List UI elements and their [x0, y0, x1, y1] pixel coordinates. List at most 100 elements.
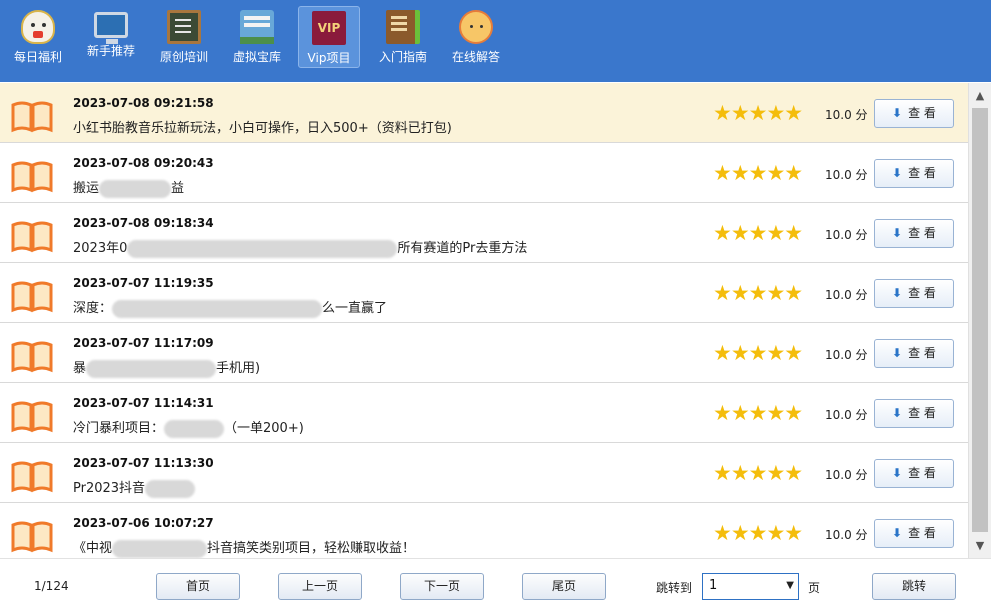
toolbar-item-beginner-recommend[interactable]: 新手推荐 [80, 6, 142, 68]
view-button[interactable]: ⬇ 查 看 [874, 399, 954, 428]
item-title[interactable]: Pr2023抖音 [73, 477, 196, 498]
rating-stars: ★★★★★ [713, 341, 803, 365]
redacted-text [112, 299, 323, 318]
item-title[interactable]: 《中视 抖音搞笑类别项目，轻松赚取收益！ [73, 537, 415, 558]
toolbar-item-vip-projects[interactable]: VIP Vip项目 [298, 6, 360, 68]
item-score: 10.0 分 [825, 348, 868, 362]
item-score: 10.0 分 [825, 408, 868, 422]
list-item[interactable]: 2023-07-07 11:13:30 Pr2023抖音 ★★★★★ 10.0 分 ⬇ 查… [0, 443, 968, 503]
toolbar-item-daily-welfare[interactable]: 每日福利 [7, 6, 69, 68]
toolbar-item-original-training[interactable]: 原创培训 [153, 6, 215, 68]
lucky-cat-icon [21, 10, 55, 44]
scroll-down-icon[interactable]: ▼ [969, 537, 991, 554]
item-score: 10.0 分 [825, 168, 868, 182]
view-button[interactable]: ⬇ 查 看 [874, 459, 954, 488]
support-agent-icon [459, 10, 493, 44]
list-item[interactable]: 2023-07-07 11:14:31 冷门暴利项目： （一单200+) ★★★★★ 1… [0, 383, 968, 443]
item-title-end: 益 [171, 181, 185, 196]
page-unit-label: 页 [808, 581, 821, 595]
view-button-label: 查 看 [908, 286, 936, 300]
list-item[interactable]: 2023-07-06 10:07:27 《中视 抖音搞笑类别项目，轻松赚取收益！ ★★… [0, 503, 968, 558]
rating-stars: ★★★★★ [713, 401, 803, 425]
item-title[interactable]: 小红书胎教音乐拉新玩法，小白可操作，日入500+（资料已打包) [73, 117, 452, 136]
download-arrow-icon: ⬇ [892, 286, 903, 300]
toolbar-item-label: 虚拟宝库 [232, 50, 281, 64]
warehouse-icon [240, 10, 274, 44]
list-item[interactable]: 2023-07-07 11:17:09 暴 手机用) ★★★★★ 10.0 分 ⬇ 查 看 [0, 323, 968, 383]
item-title[interactable]: 搬运 益 [73, 177, 184, 198]
item-title-start: 2023年0 [73, 241, 128, 256]
list-item[interactable]: 2023-07-08 09:21:58 小红书胎教音乐拉新玩法，小白可操作，日入5… [0, 83, 968, 143]
redacted-text [86, 359, 217, 378]
item-title[interactable]: 深度： 么一直赢了 [73, 297, 387, 318]
open-book-icon [11, 221, 53, 253]
view-button[interactable]: ⬇ 查 看 [874, 279, 954, 308]
item-title-start: 小红书胎教音乐拉新玩法，小白可操作，日入500+（资料已打包) [73, 121, 452, 136]
pagination-bar: 1/124 首页 上一页 下一页 尾页 跳转到 1 ▼ 页 跳转 [0, 558, 991, 609]
open-book-icon [11, 281, 53, 313]
list-item[interactable]: 2023-07-08 09:18:34 2023年0 所有赛道的Pr去重方法 ★★★★… [0, 203, 968, 263]
item-title[interactable]: 暴 手机用) [73, 357, 260, 378]
scroll-thumb[interactable] [972, 108, 988, 532]
list-scrollbar[interactable]: ▲ ▼ [968, 83, 991, 558]
rating-stars: ★★★★★ [713, 161, 803, 185]
view-button[interactable]: ⬇ 查 看 [874, 159, 954, 188]
next-page-button[interactable]: 下一页 [400, 573, 484, 600]
toolbar-item-virtual-library[interactable]: 虚拟宝库 [226, 6, 288, 68]
view-button[interactable]: ⬇ 查 看 [874, 99, 954, 128]
open-book-icon [11, 461, 53, 493]
monitor-icon [94, 12, 128, 44]
item-title-end: 所有赛道的Pr去重方法 [397, 241, 528, 256]
item-date: 2023-07-08 09:20:43 [73, 156, 214, 170]
last-page-button[interactable]: 尾页 [522, 573, 606, 600]
jump-button[interactable]: 跳转 [872, 573, 956, 600]
item-title-start: 深度： [73, 301, 113, 316]
view-button-label: 查 看 [908, 166, 936, 180]
item-title[interactable]: 冷门暴利项目： （一单200+) [73, 417, 304, 438]
download-arrow-icon: ⬇ [892, 526, 903, 540]
first-page-button[interactable]: 首页 [156, 573, 240, 600]
view-button-label: 查 看 [908, 406, 936, 420]
view-button[interactable]: ⬇ 查 看 [874, 339, 954, 368]
item-score: 10.0 分 [825, 528, 868, 542]
page-number-select[interactable]: 1 ▼ [702, 573, 799, 600]
blackboard-icon [167, 10, 201, 44]
item-title-end: 么一直赢了 [322, 301, 388, 316]
vip-icon: VIP [312, 11, 346, 45]
page-select-value: 1 [709, 578, 718, 593]
list-item[interactable]: 2023-07-07 11:19:35 深度： 么一直赢了 ★★★★★ 10.0 分 ⬇ 查… [0, 263, 968, 323]
toolbar-item-getting-started[interactable]: 入门指南 [372, 6, 434, 68]
scroll-up-icon[interactable]: ▲ [969, 87, 991, 104]
item-title-start: 搬运 [73, 181, 100, 196]
toolbar-item-label: 入门指南 [378, 50, 427, 64]
item-date: 2023-07-07 11:17:09 [73, 336, 214, 350]
view-button-label: 查 看 [908, 226, 936, 240]
download-arrow-icon: ⬇ [892, 346, 903, 360]
item-score: 10.0 分 [825, 228, 868, 242]
item-date: 2023-07-07 11:19:35 [73, 276, 214, 290]
chevron-down-icon[interactable]: ▼ [786, 580, 794, 591]
view-button[interactable]: ⬇ 查 看 [874, 219, 954, 248]
rating-stars: ★★★★★ [713, 281, 803, 305]
item-title-end: 手机用) [216, 361, 261, 376]
redacted-text [112, 539, 208, 558]
toolbar-item-label: Vip项目 [307, 51, 351, 65]
view-button-label: 查 看 [908, 106, 936, 120]
view-button-label: 查 看 [908, 346, 936, 360]
open-book-icon [11, 341, 53, 373]
download-arrow-icon: ⬇ [892, 466, 903, 480]
item-date: 2023-07-06 10:07:27 [73, 516, 214, 530]
item-date: 2023-07-08 09:21:58 [73, 96, 214, 110]
item-title-end: （一单200+) [224, 421, 304, 436]
list-item[interactable]: 2023-07-08 09:20:43 搬运 益 ★★★★★ 10.0 分 ⬇ 查 看 [0, 143, 968, 203]
prev-page-button[interactable]: 上一页 [278, 573, 362, 600]
rating-stars: ★★★★★ [713, 221, 803, 245]
open-book-icon [11, 161, 53, 193]
toolbar-item-online-support[interactable]: 在线解答 [445, 6, 507, 68]
top-toolbar: 每日福利 新手推荐 原创培训 虚拟宝库 VIP Vip项目 入门指南 在线解答 [0, 0, 991, 82]
view-button[interactable]: ⬇ 查 看 [874, 519, 954, 548]
toolbar-item-label: 新手推荐 [86, 44, 135, 58]
item-title[interactable]: 2023年0 所有赛道的Pr去重方法 [73, 237, 527, 258]
item-score: 10.0 分 [825, 288, 868, 302]
item-title-end: 抖音搞笑类别项目，轻松赚取收益！ [207, 541, 416, 556]
